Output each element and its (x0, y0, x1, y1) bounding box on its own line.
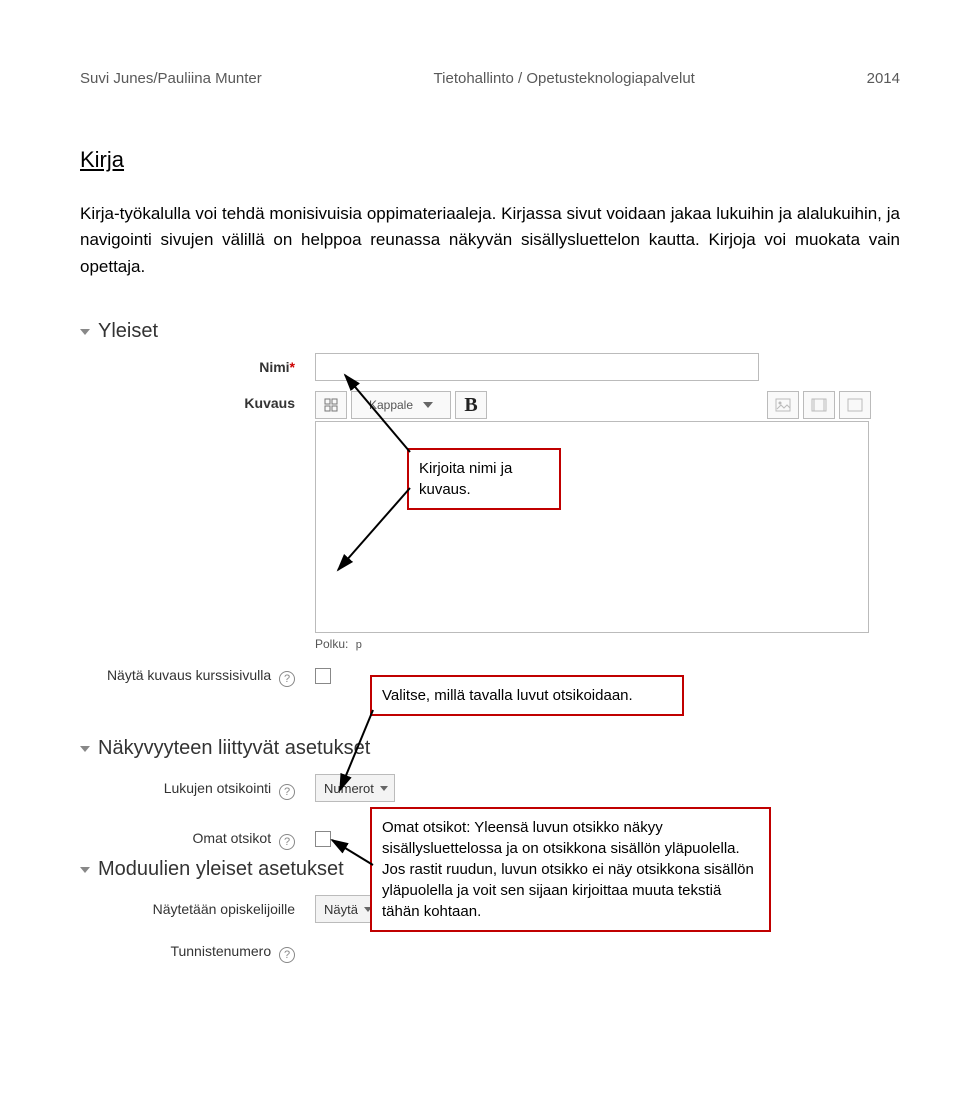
section-module-label: Moduulien yleiset asetukset (98, 858, 344, 881)
toolbar-paragraph-select[interactable]: Kappale (351, 391, 451, 419)
help-icon[interactable]: ? (279, 834, 295, 850)
toolbar-image-icon[interactable] (767, 391, 799, 419)
polku-label: Polku: (315, 637, 348, 651)
label-numbering: Lukujen otsikointi (164, 780, 271, 796)
label-description: Kuvaus (244, 395, 295, 411)
annotation-custom-titles: Omat otsikot: Yleensä luvun otsikko näky… (370, 807, 771, 932)
polku-value: p (356, 639, 362, 651)
section-visibility[interactable]: Näkyvyyteen liittyvät asetukset (80, 737, 900, 760)
label-id-number: Tunnistenumero (170, 943, 271, 959)
annotation-name-desc: Kirjoita nimi ja kuvaus. (407, 448, 561, 510)
section-general[interactable]: Yleiset (80, 320, 900, 343)
toolbar-more-icon[interactable] (839, 391, 871, 419)
header-center: Tietohallinto / Opetusteknologiapalvelut (434, 70, 695, 87)
intro-paragraph: Kirja-työkalulla voi tehdä monisivuisia … (80, 201, 900, 280)
chevron-down-icon (80, 329, 90, 335)
label-show-students: Näytetään opiskelijoille (153, 901, 295, 917)
section-visibility-label: Näkyvyyteen liittyvät asetukset (98, 737, 370, 760)
custom-titles-checkbox[interactable] (315, 831, 331, 847)
name-input[interactable] (315, 353, 759, 381)
toolbar-media-icon[interactable] (803, 391, 835, 419)
required-asterisk: * (290, 359, 295, 375)
label-custom-titles: Omat otsikot (193, 830, 272, 846)
header-right: 2014 (867, 70, 900, 87)
page-title: Kirja (80, 147, 900, 173)
annotation-numbering: Valitse, millä tavalla luvut otsikoidaan… (370, 675, 684, 716)
label-name: Nimi (259, 359, 289, 375)
show-desc-checkbox[interactable] (315, 668, 331, 684)
chevron-down-icon (80, 867, 90, 873)
help-icon[interactable]: ? (279, 671, 295, 687)
header-left: Suvi Junes/Pauliina Munter (80, 70, 262, 87)
chevron-down-icon (80, 746, 90, 752)
numbering-select[interactable]: Numerot (315, 774, 395, 802)
help-icon[interactable]: ? (279, 784, 295, 800)
toolbar-bold-button[interactable]: B (455, 391, 487, 419)
description-editor[interactable]: Kappale B (315, 389, 875, 651)
section-general-label: Yleiset (98, 320, 158, 343)
description-editor-body[interactable] (315, 421, 869, 633)
toolbar-grid-icon[interactable] (315, 391, 347, 419)
help-icon[interactable]: ? (279, 947, 295, 963)
label-show-desc: Näytä kuvaus kurssisivulla (107, 667, 271, 683)
